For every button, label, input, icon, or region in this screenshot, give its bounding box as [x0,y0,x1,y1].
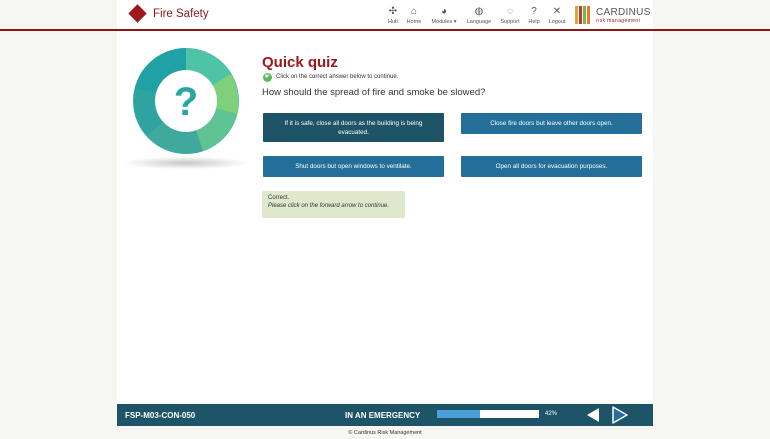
pointer-hand-icon: ☛ [263,73,272,82]
nav-home[interactable]: ⌂ Home [405,6,423,28]
chat-icon: ◌ [507,6,513,17]
close-icon: ✕ [552,6,562,17]
question-mark-icon: ? [133,48,239,154]
forward-arrow-icon[interactable] [612,406,628,424]
hero-shadow [126,157,246,169]
copyright: © Cardinus Risk Management [348,430,422,436]
section-title: IN AN EMERGENCY [345,411,421,420]
quiz-question: How should the spread of fire and smoke … [262,87,486,98]
cardinus-logo-icon [575,6,593,24]
app-title: Fire Safety [153,8,209,20]
feedback-box: Correct. Please click on the forward arr… [262,191,405,218]
svg-text:?: ? [174,80,198,124]
nav-help-label: Help [528,19,540,25]
nav-hub-label: Hub [387,19,399,25]
back-arrow-icon[interactable] [587,408,599,422]
nav-support-label: Support [500,19,520,25]
nav-language[interactable]: ◍ Language [465,6,493,28]
hub-icon: ✣ [388,6,398,17]
brand-name: CARDINUS [596,7,651,18]
feedback-status: Correct. [268,195,290,201]
quiz-instruction: Click on the correct answer below to con… [276,74,399,80]
globe-icon: ◍ [474,6,484,17]
answer-button-4[interactable]: Open all doors for evacuation purposes. [461,156,642,177]
progress-percent: 42% [545,411,558,417]
nav-language-label: Language [466,19,492,25]
quiz-title: Quick quiz [262,54,338,71]
nav-help[interactable]: ? Help [527,6,541,28]
nav-hub[interactable]: ✣ Hub [385,6,401,28]
progress-fill [437,410,480,418]
nav-logout-label: Logout [548,19,566,25]
nav-logout[interactable]: ✕ Logout [546,6,568,28]
feedback-instruction: Please click on the forward arrow to con… [268,203,390,209]
answer-button-1[interactable]: If it is safe, close all doors as the bu… [263,113,444,142]
answer-button-2[interactable]: Close fire doors but leave other doors o… [461,113,642,134]
nav-home-label: Home [406,19,422,25]
home-icon: ⌂ [410,6,418,17]
modules-icon: ◕ [440,6,448,17]
answer-button-3[interactable]: Shut doors but open windows to ventilate… [263,156,444,177]
help-icon: ? [531,6,537,17]
nav-modules-label: Modules ▾ [431,19,457,25]
nav-support[interactable]: ◌ Support [498,6,522,28]
screen-code: FSP-M03-CON-050 [125,411,196,420]
progress-bar [437,410,539,418]
nav-modules[interactable]: ◕ Modules ▾ [428,6,460,28]
brand-subtitle: risk management [596,18,641,24]
